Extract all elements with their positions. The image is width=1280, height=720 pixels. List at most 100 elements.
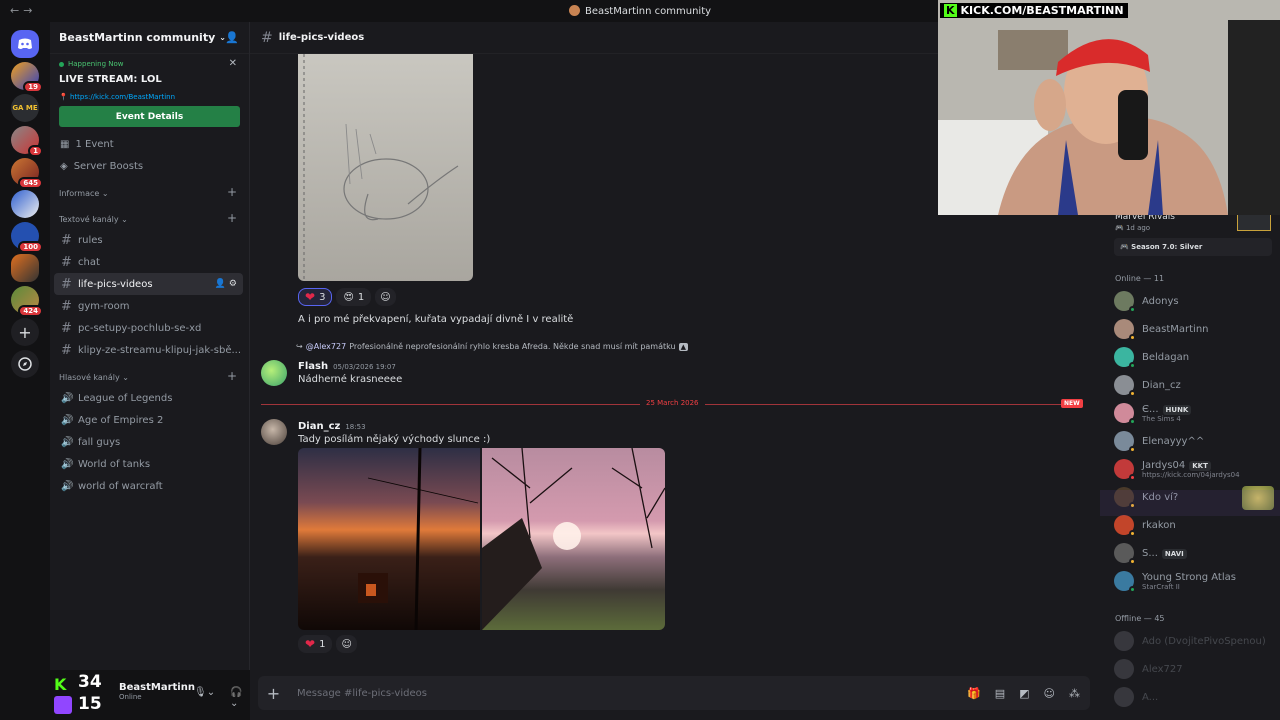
channel-item[interactable]: # life-pics-videos 👤 ⚙ <box>54 273 243 295</box>
member-item[interactable]: Beldagan <box>1114 344 1274 370</box>
status-dot-icon <box>1129 446 1136 453</box>
invite-icon[interactable]: 👤 <box>225 31 239 44</box>
avatar <box>1114 543 1136 565</box>
server-icon-game[interactable]: GA ME <box>11 94 39 122</box>
add-reaction-icon[interactable]: ☺ <box>336 635 357 653</box>
channel-actions[interactable]: 👤 ⚙ <box>215 279 237 289</box>
channel-item[interactable]: # klipy-ze-streamu-klipuj-jak-sbě... <box>54 339 243 361</box>
apps-icon[interactable]: ⁂ <box>1069 687 1080 700</box>
category-info[interactable]: Informace ⌄ + <box>50 177 249 203</box>
server-icon-4[interactable] <box>11 190 39 218</box>
voice-channel-item[interactable]: 🔊 World of tanks <box>54 453 243 475</box>
add-reaction-icon[interactable]: ☺ <box>375 288 396 306</box>
member-item[interactable]: Jardys04 KKT https://kick.com/04jardys04 <box>1114 456 1274 482</box>
message-input[interactable]: Message #life-pics-videos <box>297 688 427 699</box>
microphone-icon[interactable]: 🎙⌄ <box>194 687 215 698</box>
message-composer[interactable]: + Message #life-pics-videos 🎁 ▤ ◩ ☺ ⁂ <box>258 676 1090 710</box>
add-attachment-icon[interactable]: + <box>258 684 289 703</box>
webcam-overlay: K KICK.COM/BEASTMARTINN <box>938 0 1280 215</box>
avatar[interactable] <box>261 360 287 386</box>
server-icon-2[interactable]: 1 <box>11 126 43 157</box>
hashtag-icon: # <box>61 342 72 358</box>
voice-channel-item[interactable]: 🔊 world of warcraft <box>54 475 243 497</box>
status-dot-icon <box>1129 418 1136 425</box>
member-item[interactable]: Dian_cz <box>1114 372 1274 398</box>
server-icon-active[interactable] <box>11 254 39 282</box>
channel-item[interactable]: # rules <box>54 229 243 251</box>
server-boosts-item[interactable]: ◈ Server Boosts <box>50 155 249 177</box>
avatar[interactable] <box>261 419 287 445</box>
channel-item[interactable]: # chat <box>54 251 243 273</box>
channel-item[interactable]: # pc-setupy-pochlub-se-xd <box>54 317 243 339</box>
events-item[interactable]: ▦ 1 Event <box>50 133 249 155</box>
add-channel-icon[interactable]: + <box>227 211 237 225</box>
add-channel-icon[interactable]: + <box>227 369 237 383</box>
server-header[interactable]: BeastMartinn community ⌄ 👤 <box>50 22 249 54</box>
kick-banner: K KICK.COM/BEASTMARTINN <box>940 3 1128 18</box>
reaction-heart[interactable]: ❤ 3 <box>298 288 333 306</box>
member-activity: StarCraft II <box>1142 582 1180 591</box>
hashtag-icon: # <box>61 254 72 270</box>
member-item-offline[interactable]: Alex727 <box>1114 656 1274 682</box>
gif-icon[interactable]: ▤ <box>995 687 1005 700</box>
discord-home-icon[interactable] <box>11 30 39 58</box>
live-dot-icon <box>59 61 64 67</box>
sunrise-image-1[interactable] <box>298 448 480 630</box>
sunrise-image-2[interactable] <box>482 448 665 630</box>
reply-reference[interactable]: ↪ @Alex727 Profesionálně neprofesionální r… <box>296 342 688 351</box>
message-text: A i pro mé překvapení, kuřata vypadají d… <box>298 314 574 325</box>
member-item[interactable]: Є... HUNK The Sims 4 <box>1114 400 1274 426</box>
avatar <box>1114 459 1136 481</box>
speaker-icon: 🔊 <box>61 392 74 404</box>
member-item[interactable]: S... NAVI <box>1114 540 1274 566</box>
discover-icon[interactable] <box>11 350 39 378</box>
member-tag: KKT <box>1189 460 1211 471</box>
member-item[interactable]: Elenayyy^^ <box>1114 428 1274 454</box>
status-dot-icon <box>1129 362 1136 369</box>
speaker-icon: 🔊 <box>61 436 74 448</box>
member-item-offline[interactable]: Ado (DvojitePivoSpenou) <box>1114 628 1274 654</box>
headphones-icon[interactable]: 🎧⌄ <box>230 687 250 709</box>
avatar <box>1114 403 1136 425</box>
emoji-icon[interactable]: ☺ <box>1044 687 1055 700</box>
voice-channel-item[interactable]: 🔊 Age of Empires 2 <box>54 409 243 431</box>
speaker-icon: 🔊 <box>61 480 74 492</box>
gift-icon[interactable]: 🎁 <box>967 687 981 700</box>
add-channel-icon[interactable]: + <box>227 185 237 199</box>
category-text[interactable]: Textové kanály ⌄ + <box>50 203 249 229</box>
member-activity: The Sims 4 <box>1142 414 1181 423</box>
voice-channel-item[interactable]: 🔊 fall guys <box>54 431 243 453</box>
reaction-heart-eyes[interactable]: 😍 1 <box>336 288 372 306</box>
server-icon-5[interactable]: 100 <box>11 222 43 253</box>
close-icon[interactable]: ✕ <box>229 58 237 69</box>
member-tag: HUNK <box>1162 404 1192 415</box>
server-icon-6[interactable]: 424 <box>11 286 43 317</box>
user-panel: K 34 15 BeastMartinn Online 🎙⌄ 🎧⌄ ⚙ <box>50 670 280 720</box>
server-icon-1[interactable]: 19 <box>11 62 43 93</box>
event-url[interactable]: 📍 https://kick.com/BeastMartinn <box>59 93 240 101</box>
server-icon-3[interactable]: 645 <box>11 158 43 189</box>
user-info[interactable]: BeastMartinn Online <box>119 682 195 701</box>
voice-channel-item[interactable]: 🔊 League of Legends <box>54 387 243 409</box>
member-item-offline[interactable]: A... <box>1114 684 1274 710</box>
add-server-icon[interactable]: + <box>11 318 39 346</box>
sketch-image[interactable] <box>298 54 473 281</box>
sticker-icon[interactable]: ◩ <box>1019 687 1029 700</box>
reaction-heart[interactable]: ❤ 1 <box>298 635 333 653</box>
message-header: Flash 05/03/2026 19:07 <box>298 361 396 372</box>
category-voice[interactable]: Hlasové kanály ⌄ + <box>50 361 249 387</box>
channel-item[interactable]: # gym-room <box>54 295 243 317</box>
offline-header: Offline — 45 <box>1115 614 1165 623</box>
event-details-button[interactable]: Event Details <box>59 106 240 127</box>
member-activity: https://kick.com/04jardys04 <box>1142 470 1240 479</box>
server-icon <box>568 5 580 16</box>
speaker-icon: 🔊 <box>61 414 74 426</box>
avatar <box>1114 515 1136 537</box>
avatar <box>1114 659 1134 679</box>
member-item[interactable]: Young Strong Atlas StarCraft II <box>1114 568 1274 594</box>
member-item[interactable]: BeastMartinn <box>1114 316 1274 342</box>
avatar <box>1114 687 1134 707</box>
twitch-icon <box>54 696 72 714</box>
member-item[interactable]: Adonys <box>1114 288 1274 314</box>
status-dot-icon <box>1129 306 1136 313</box>
